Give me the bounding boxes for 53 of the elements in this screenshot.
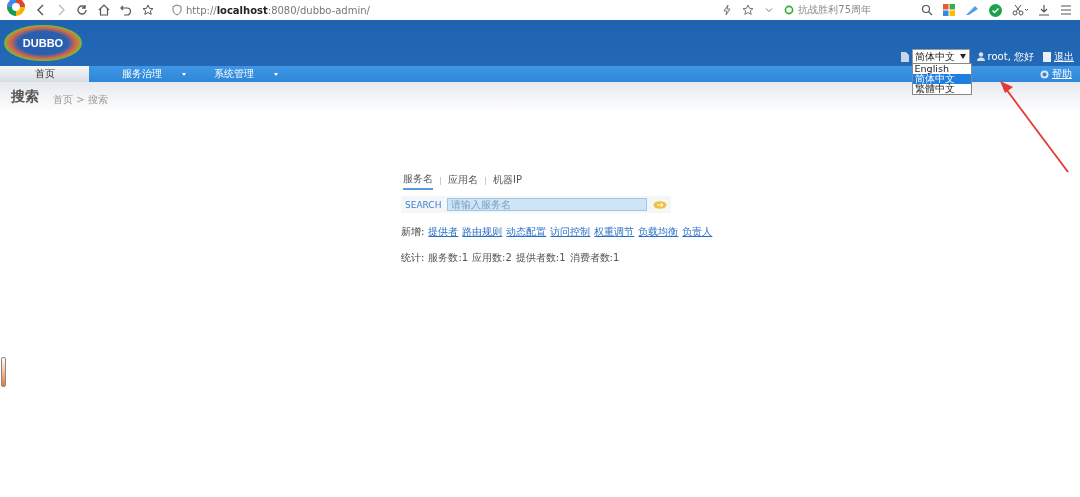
check-icon[interactable] [989,3,1002,17]
reload-icon[interactable] [76,4,88,16]
add-link[interactable]: 负责人 [682,225,713,239]
help-icon [1040,69,1049,79]
stats-label: 统计: [401,251,425,265]
user-greeting: root, 您好 [987,49,1034,64]
download-icon[interactable] [1038,4,1050,16]
stat-count: 消费者数:1 [569,251,620,265]
document-icon [900,51,909,62]
add-link[interactable]: 路由规则 [462,225,503,239]
star-icon[interactable] [142,4,154,16]
search-field[interactable]: 请输入服务名 [447,198,647,211]
search-icon[interactable] [921,4,933,16]
scissors-icon[interactable] [1012,4,1028,16]
pen-icon[interactable] [965,4,979,16]
star-icon[interactable] [742,4,755,16]
stat-count: 服务数:1 [428,251,469,265]
logout-link[interactable]: 退出 [1054,49,1074,64]
stat-count: 提供者数:1 [515,251,566,265]
logo: DUBBO [4,25,82,61]
nav-tab[interactable]: 服务治理 [92,66,181,82]
page-title: 搜索 [11,88,39,106]
add-link[interactable]: 负载均衡 [638,225,679,239]
add-link[interactable]: 动态配置 [506,225,547,239]
language-option[interactable]: 简体中文 [912,74,971,84]
news-link[interactable]: 抗战胜利75周年 [798,3,871,17]
language-option[interactable]: English [912,64,971,74]
search-tab[interactable]: 机器IP [493,173,522,189]
stat-count: 应用数:2 [472,251,512,265]
add-link[interactable]: 权重调节 [594,225,635,239]
apps-icon[interactable] [943,4,955,16]
scroll-indicator [1,357,6,387]
shield-icon [172,4,182,16]
lightning-icon[interactable] [722,4,733,16]
search-tab[interactable]: 应用名 [448,173,478,189]
add-label: 新增: [401,225,425,239]
add-link[interactable]: 提供者 [428,225,459,239]
home-icon[interactable] [98,4,110,16]
nav-tab[interactable]: 首页 [0,66,89,82]
nav-tab[interactable]: 系统管理 [184,66,273,82]
back-icon[interactable] [36,4,46,16]
search-label: SEARCH [405,199,442,210]
menu-icon[interactable] [1060,4,1072,16]
language-option[interactable]: 繁體中文 [912,84,971,94]
help-link[interactable]: 帮助 [1052,67,1072,81]
undo-icon[interactable] [120,4,132,16]
breadcrumb: 首页 > 搜索 [53,93,108,107]
logout-icon [1043,51,1051,62]
search-tab[interactable]: 服务名 [403,172,433,190]
add-link[interactable]: 访问控制 [550,225,591,239]
user-icon [976,52,985,61]
ring-icon [784,5,795,15]
address-bar[interactable]: http://localhost:8080/dubbo-admin/ [186,4,370,16]
